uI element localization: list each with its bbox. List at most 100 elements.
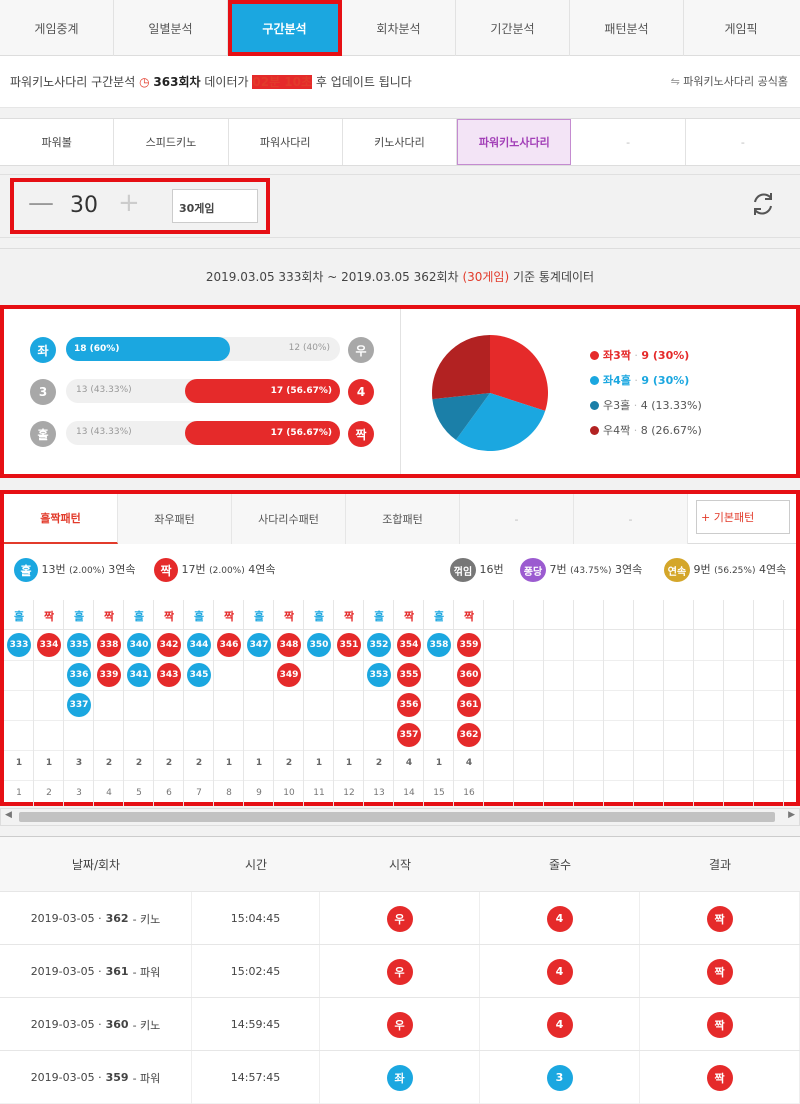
column-index: 16 [463, 788, 475, 798]
tab-empty-a: - [460, 494, 574, 544]
legend-dot [590, 351, 599, 360]
tab-powerkenoladder[interactable]: 파워키노사다리 [457, 119, 572, 165]
legend-item: 우3홀 · 4 (13.33%) [590, 397, 702, 413]
even-count: 17번 [181, 563, 206, 576]
odd-count: 13번 [41, 563, 66, 576]
nav-live[interactable]: 게임중계 [0, 0, 114, 56]
scroll-thumb[interactable] [19, 812, 775, 822]
tab-oddeven-pattern[interactable]: 홀짝패턴 [4, 494, 118, 544]
column-index: 8 [226, 788, 232, 798]
legend-sep: · [630, 399, 641, 412]
legend-value: 9 (30%) [641, 374, 690, 387]
basic-pattern-button[interactable]: + 기본패턴 [696, 500, 790, 534]
table-header: 시간 [192, 837, 320, 891]
table-row: 2019-03-05 · 360- 키노 14:59:45 우 4 짝 [0, 997, 800, 1051]
date-range-suffix: 기준 통계데이터 [512, 270, 595, 284]
streak-count: 2 [375, 758, 383, 768]
round-ball: 359 [457, 633, 481, 657]
streak-count: 2 [285, 758, 293, 768]
start-cell: 좌 [320, 1051, 480, 1104]
legend-name: 좌4홀 [603, 374, 631, 387]
table-row: 2019-03-05 · 359- 파워 14:57:45 좌 3 짝 [0, 1050, 800, 1104]
streak-count: 2 [105, 758, 113, 768]
main-nav: 게임중계 일별분석 구간분석 회차분석 기간분석 패턴분석 게임픽 [0, 0, 800, 56]
legend-dot [590, 401, 599, 410]
grid-column [244, 600, 274, 806]
update-text: 파워키노사다리 구간분석 ◷ 363회차 데이터가 02분 10초 후 업데이트… [10, 73, 412, 90]
scroll-right-icon[interactable]: ▶ [788, 810, 795, 820]
streak-count: 1 [225, 758, 233, 768]
time-cell: 15:04:45 [192, 892, 320, 945]
official-link[interactable]: ⇋ 파워키노사다리 공식홈 [671, 73, 788, 89]
decrease-button[interactable]: — [28, 188, 54, 218]
tab-leftright-pattern[interactable]: 좌우패턴 [118, 494, 232, 544]
nav-pattern[interactable]: 패턴분석 [570, 0, 684, 56]
start-cell: 우 [320, 945, 480, 998]
tab-powerball[interactable]: 파워볼 [0, 119, 115, 165]
date-range: 2019.03.05 333회차 ~ 2019.03.05 362회차 (30게… [0, 248, 800, 304]
table-header: 날짜/회차 [0, 837, 192, 891]
pong-badge: 퐁당 [520, 558, 546, 582]
round-ball: 351 [337, 633, 361, 657]
stat-left-value: 13 (43.33%) [76, 427, 132, 437]
column-index: 5 [136, 788, 142, 798]
nav-section-analysis[interactable]: 구간분석 [228, 0, 342, 56]
column-index: 14 [403, 788, 415, 798]
row-round: 362 [105, 912, 129, 925]
grid-col-header: 홀 [373, 610, 385, 623]
tab-powerladder[interactable]: 파워사다리 [229, 119, 343, 165]
increase-button[interactable]: + [118, 188, 140, 218]
grid-col-header: 짝 [43, 610, 55, 623]
lines-badge: 4 [546, 958, 573, 985]
table-header: 줄수 [480, 837, 640, 891]
round-ball: 345 [187, 663, 211, 687]
streak-count: 3 [75, 758, 83, 768]
round-ball: 361 [457, 693, 481, 717]
tab-kenoladder[interactable]: 키노사다리 [343, 119, 458, 165]
start-cell: 우 [320, 998, 480, 1051]
legend-dot [590, 426, 599, 435]
nav-pick[interactable]: 게임픽 [684, 0, 798, 56]
round-ball: 335 [67, 633, 91, 657]
round-ball: 353 [367, 663, 391, 687]
cont-badge: 연속 [664, 558, 690, 582]
stat-bar: 17 (56.67%) 13 (43.33%) [66, 379, 340, 403]
nav-period[interactable]: 기간분석 [456, 0, 570, 56]
game-count-select[interactable]: 30게임 [172, 189, 258, 223]
grid-col-header: 홀 [13, 610, 25, 623]
grid-column [634, 600, 664, 806]
refresh-icon[interactable] [748, 189, 778, 219]
nav-daily[interactable]: 일별분석 [114, 0, 228, 56]
column-index: 7 [196, 788, 202, 798]
streak-count: 4 [465, 758, 473, 768]
streak-count: 4 [405, 758, 413, 768]
round-ball: 334 [37, 633, 61, 657]
round-ball: 336 [67, 663, 91, 687]
lines-badge: 4 [546, 905, 573, 932]
lines-cell: 3 [480, 1051, 640, 1104]
nav-round[interactable]: 회차분석 [342, 0, 456, 56]
game-count-stepper: — 30 + 30게임 [10, 178, 270, 234]
tab-ladder-pattern[interactable]: 사다리수패턴 [232, 494, 346, 544]
tab-combo-pattern[interactable]: 조합패턴 [346, 494, 460, 544]
scroll-left-icon[interactable]: ◀ [5, 810, 12, 820]
streak-count: 1 [15, 758, 23, 768]
pie-slice-우4짝 [432, 335, 490, 400]
stat-bar: 18 (60%) 12 (40%) [66, 337, 340, 361]
pattern-grid: 홀 333 짝 334 홀 335 336 337 짝 338 339 홀 340 341 짝 342 343 홀… [4, 600, 796, 810]
table-row: 2019-03-05 · 362- 키노 15:04:45 우 4 짝 [0, 891, 800, 945]
column-index: 3 [76, 788, 82, 798]
round-ball: 352 [367, 633, 391, 657]
pattern-tabs: 홀짝패턴 좌우패턴 사다리수패턴 조합패턴 - - [4, 494, 796, 544]
grid-column [4, 600, 34, 806]
stat-right-badge: 짝 [348, 421, 374, 447]
odd-summary: 홀 13번 (2.00%) 3연속 [14, 558, 136, 582]
horizontal-scrollbar[interactable]: ◀ ▶ [0, 808, 800, 826]
date-cell: 2019-03-05 · 360- 키노 [0, 998, 192, 1051]
stat-left-badge: 홀 [30, 421, 56, 447]
tab-speedkeno[interactable]: 스피드키노 [114, 119, 229, 165]
date-cell: 2019-03-05 · 359- 파워 [0, 1051, 192, 1104]
round-ball: 357 [397, 723, 421, 747]
row-date: 2019-03-05 · [30, 912, 102, 925]
lines-cell: 4 [480, 892, 640, 945]
